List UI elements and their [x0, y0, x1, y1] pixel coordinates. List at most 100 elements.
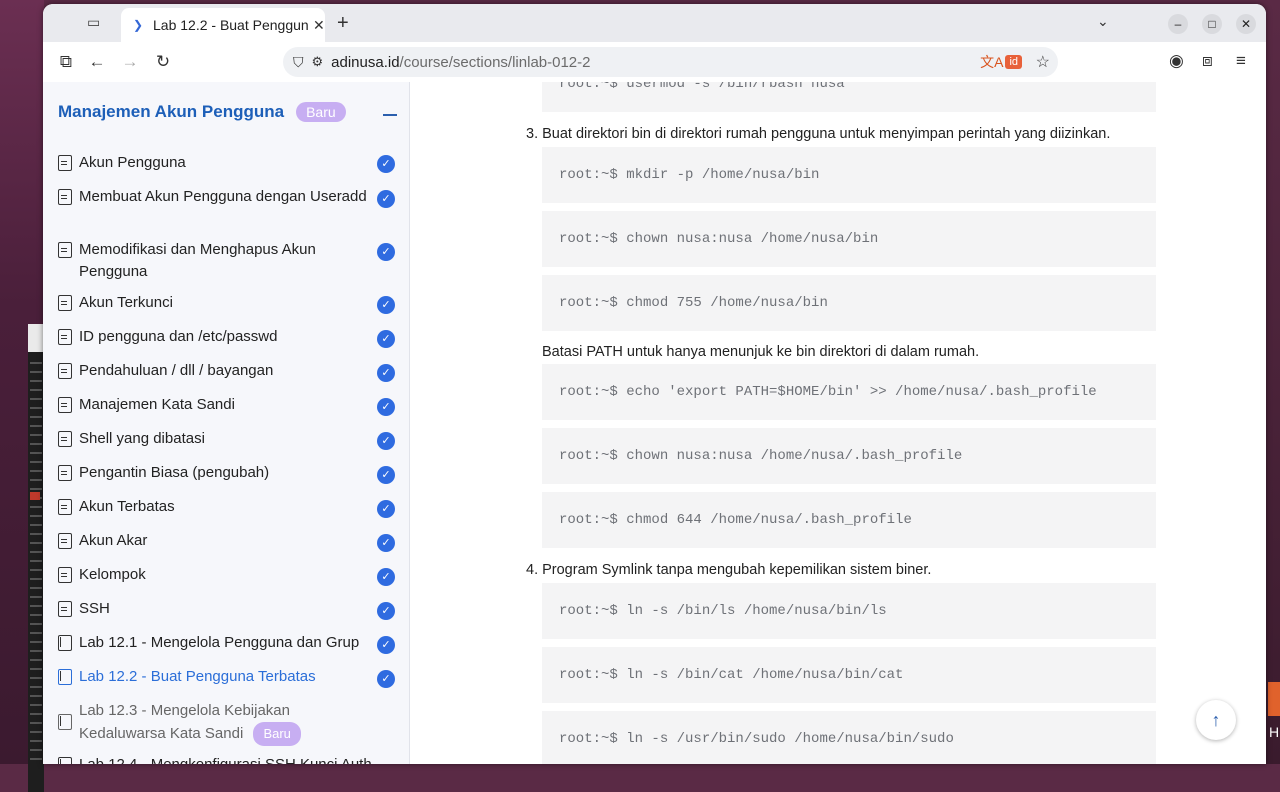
document-icon: [58, 567, 72, 583]
close-tab-icon[interactable]: ✕: [313, 17, 325, 34]
check-icon: ✓: [377, 330, 395, 348]
sidebar-item[interactable]: Pendahuluan / dll / bayangan ✓: [58, 360, 398, 382]
document-icon: [58, 431, 72, 447]
desktop-background-right: H: [1266, 0, 1280, 764]
sidebar-item[interactable]: ID pengguna dan /etc/passwd ✓: [58, 326, 398, 348]
document-icon: [58, 601, 72, 617]
sidebar-item[interactable]: SSH ✓: [58, 598, 398, 620]
sidebar-item-label: Memodifikasi dan Menghapus Akun Pengguna: [79, 241, 316, 280]
path-note-text: Batasi PATH untuk hanya menunjuk ke bin …: [542, 344, 980, 360]
extensions-icon[interactable]: ⧈: [1202, 51, 1213, 71]
code-block: root:~$ ln -s /bin/ls /home/nusa/bin/ls: [542, 583, 1156, 639]
sidebar-item[interactable]: Lab 12.4 - Mengkonfigurasi SSH Kunci Aut…: [58, 754, 398, 764]
minimize-icon[interactable]: –: [1168, 14, 1188, 34]
sidebar-item[interactable]: Kelompok ✓: [58, 564, 398, 586]
sidebar-item[interactable]: Akun Akar ✓: [58, 530, 398, 552]
toolbar: ⧉ ← → ↻ ⛉ ⚙ adinusa.id/course/sections/l…: [43, 42, 1266, 83]
code-block: root:~$ ln -s /bin/cat /home/nusa/bin/ca…: [542, 647, 1156, 703]
sidebar-item-label: Membuat Akun Pengguna dengan Useradd: [79, 188, 367, 205]
sidebar-item-label: Akun Akar: [79, 532, 148, 549]
translate-button[interactable]: 文A id: [980, 52, 1022, 72]
code-block: root:~$ chown nusa:nusa /home/nusa/.bash…: [542, 428, 1156, 484]
collapse-icon[interactable]: [383, 114, 397, 116]
sidebar-item[interactable]: Pengantin Biasa (pengubah) ✓: [58, 462, 398, 484]
sidebar-item[interactable]: Memodifikasi dan Menghapus Akun Pengguna…: [58, 239, 398, 283]
sidebar-item[interactable]: Akun Terbatas ✓: [58, 496, 398, 518]
sidebar-item-label: Shell yang dibatasi: [79, 430, 205, 447]
check-icon: ✓: [377, 243, 395, 261]
step-4-text: 4. Program Symlink tanpa mengubah kepemi…: [526, 562, 932, 578]
tab-list-icon[interactable]: ▭: [87, 14, 105, 32]
new-badge: Baru: [296, 102, 346, 122]
check-icon: ✓: [377, 466, 395, 484]
book-icon: [58, 757, 72, 764]
arrow-up-icon: ↑: [1211, 709, 1221, 730]
scroll-to-top-button[interactable]: ↑: [1196, 700, 1236, 740]
chevron-down-icon[interactable]: ⌄: [1097, 13, 1109, 30]
url-path: /course/sections/linlab-012-2: [399, 53, 591, 71]
sidebar-item-label: Lab 12.2 - Buat Pengguna Terbatas: [79, 668, 316, 685]
course-sidebar: Manajemen Akun Pengguna Baru Akun Penggu…: [43, 82, 410, 764]
step-3-text: 3. Buat direktori bin di direktori rumah…: [526, 126, 1111, 142]
sidebar-item-label: Akun Pengguna: [79, 154, 186, 171]
desktop-orange-window[interactable]: [1268, 682, 1280, 716]
book-icon: [58, 669, 72, 685]
account-icon[interactable]: ◉: [1169, 51, 1184, 71]
close-window-icon[interactable]: ✕: [1236, 14, 1256, 34]
sidebar-item[interactable]: Shell yang dibatasi ✓: [58, 428, 398, 450]
forward-icon[interactable]: →: [119, 52, 141, 72]
check-icon: ✓: [377, 155, 395, 173]
document-icon: [58, 189, 72, 205]
terminal-red-mark: [30, 492, 40, 500]
back-icon[interactable]: ←: [86, 52, 108, 72]
site-settings-icon[interactable]: ⚙: [312, 54, 324, 70]
check-icon: ✓: [377, 602, 395, 620]
address-bar[interactable]: ⛉ ⚙ adinusa.id/course/sections/linlab-01…: [283, 47, 1058, 77]
menu-icon[interactable]: ≡: [1236, 51, 1246, 71]
bookmark-star-icon[interactable]: ☆: [1036, 52, 1050, 72]
tab-title: Lab 12.2 - Buat Pengguna: [153, 17, 309, 33]
sidebar-item[interactable]: Akun Terkunci ✓: [58, 292, 398, 314]
active-tab[interactable]: ❯ Lab 12.2 - Buat Pengguna ✕: [121, 8, 325, 42]
tab-strip: ▭ ❯ Lab 12.2 - Buat Pengguna ✕ + ⌄ – □ ✕: [43, 4, 1266, 42]
shield-icon[interactable]: ⛉: [293, 54, 304, 71]
sidebar-item-label: ID pengguna dan /etc/passwd: [79, 328, 278, 345]
document-icon: [58, 242, 72, 258]
check-icon: ✓: [377, 636, 395, 654]
sidebar-item[interactable]: Membuat Akun Pengguna dengan Useradd ✓: [58, 186, 398, 208]
section-header[interactable]: Manajemen Akun Pengguna Baru: [58, 102, 346, 122]
extension-sidebar-icon[interactable]: ⧉: [55, 52, 77, 72]
check-icon: ✓: [377, 534, 395, 552]
sidebar-item-label: Lab 12.1 - Mengelola Pengguna dan Grup: [79, 634, 360, 651]
terminal-text-lines: [30, 362, 42, 762]
document-icon: [58, 155, 72, 171]
maximize-icon[interactable]: □: [1202, 14, 1222, 34]
sidebar-item-label: Pendahuluan / dll / bayangan: [79, 362, 274, 379]
document-icon: [58, 397, 72, 413]
code-block: root:~$ mkdir -p /home/nusa/bin: [542, 147, 1156, 203]
sidebar-item-label: Pengantin Biasa (pengubah): [79, 464, 270, 481]
check-icon: ✓: [377, 670, 395, 688]
check-icon: ✓: [377, 568, 395, 586]
check-icon: ✓: [377, 364, 395, 382]
sidebar-item[interactable]: Manajemen Kata Sandi ✓: [58, 394, 398, 416]
sidebar-item[interactable]: Lab 12.3 - Mengelola Kebijakan Kedaluwar…: [58, 700, 398, 746]
sidebar-item-label: Kelompok: [79, 566, 146, 583]
book-icon: [58, 714, 72, 730]
code-block: root:~$ chown nusa:nusa /home/nusa/bin: [542, 211, 1156, 267]
translate-icon: 文A: [980, 54, 1004, 70]
check-icon: ✓: [377, 398, 395, 416]
sidebar-item-label: Lab 12.4 - Mengkonfigurasi SSH Kunci Aut…: [79, 754, 379, 764]
section-title: Manajemen Akun Pengguna: [58, 102, 285, 121]
sidebar-item[interactable]: Akun Pengguna ✓: [58, 152, 398, 174]
new-tab-icon[interactable]: +: [337, 12, 349, 35]
sidebar-item-label: Akun Terkunci: [79, 294, 173, 311]
background-terminal-window[interactable]: [28, 324, 44, 792]
code-block: root:~$ ln -s /usr/bin/sudo /home/nusa/b…: [542, 711, 1156, 764]
new-badge: Baru: [253, 722, 301, 746]
sidebar-item[interactable]: Lab 12.1 - Mengelola Pengguna dan Grup ✓: [58, 632, 398, 654]
document-icon: [58, 363, 72, 379]
code-block: root:~$ echo 'export PATH=$HOME/bin' >> …: [542, 364, 1156, 420]
sidebar-item-active[interactable]: Lab 12.2 - Buat Pengguna Terbatas ✓: [58, 666, 398, 688]
reload-icon[interactable]: ↻: [152, 52, 174, 72]
